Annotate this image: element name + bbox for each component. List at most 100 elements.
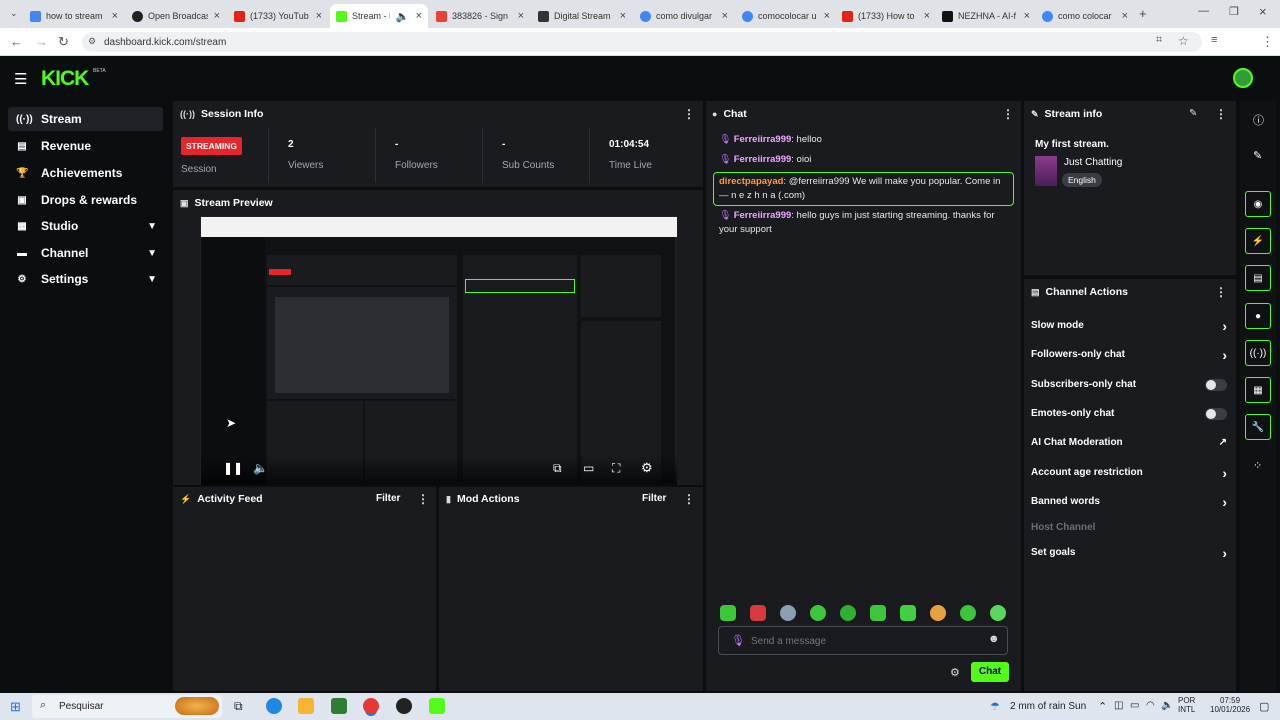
language-indicator[interactable]: POR INTL: [1178, 696, 1195, 714]
close-icon[interactable]: ×: [722, 10, 728, 22]
banned-words-row[interactable]: Banned words ›: [1031, 494, 1231, 510]
lightning-button[interactable]: ⚡: [1245, 228, 1271, 254]
notes-button[interactable]: ▤: [1245, 265, 1271, 291]
kick-logo[interactable]: KICK: [41, 67, 89, 91]
edge-icon[interactable]: [266, 698, 282, 714]
pause-icon[interactable]: ❚❚: [223, 461, 243, 475]
kick-app-icon[interactable]: [429, 698, 445, 714]
window-close-button[interactable]: ×: [1259, 4, 1267, 19]
browser-tab[interactable]: (1733) YouTub ×: [228, 4, 328, 28]
video-settings-icon[interactable]: ⚙: [641, 460, 653, 476]
sidebar-item-stream[interactable]: ((·)) Stream: [8, 107, 163, 131]
emote-icon[interactable]: [930, 605, 946, 621]
more-options-icon[interactable]: ⋮: [1215, 107, 1227, 121]
forward-icon[interactable]: →: [35, 34, 48, 49]
browser-tab[interactable]: how to stream ×: [24, 4, 124, 28]
browser-tab-active[interactable]: Stream - K🔈×: [330, 4, 428, 28]
battery-icon[interactable]: ▭: [1130, 700, 1139, 711]
emote-icon[interactable]: [720, 605, 736, 621]
browser-tab[interactable]: 383826 - Sign ×: [430, 4, 530, 28]
slow-mode-row[interactable]: Slow mode ›: [1031, 318, 1231, 334]
browser-tab[interactable]: comocolocar u ×: [736, 4, 836, 28]
close-icon[interactable]: ×: [1024, 10, 1030, 22]
browser-tab[interactable]: Digital Stream ×: [532, 4, 632, 28]
playlist-icon[interactable]: ≡: [1211, 34, 1217, 46]
hamburger-menu-icon[interactable]: ☰: [14, 70, 27, 88]
more-options-icon[interactable]: ⋮: [1002, 107, 1014, 121]
tab-list-icon[interactable]: ⌄: [10, 8, 18, 19]
weather-text[interactable]: 2 mm of rain Sun: [1010, 701, 1086, 712]
subscribers-only-toggle[interactable]: [1205, 378, 1227, 391]
pencil-icon[interactable]: ✎: [1253, 149, 1262, 162]
volume-icon[interactable]: 🔈: [253, 461, 268, 475]
wifi-icon[interactable]: ◠: [1146, 700, 1155, 711]
sidebar-item-revenue[interactable]: ▤ Revenue: [8, 134, 163, 158]
file-explorer-icon[interactable]: [298, 698, 314, 714]
more-options-icon[interactable]: ⋮: [417, 492, 429, 506]
back-icon[interactable]: ←: [10, 34, 23, 49]
pip-icon[interactable]: ⧉: [553, 461, 562, 476]
site-info-icon[interactable]: ⚙: [88, 36, 96, 47]
broadcast-button[interactable]: ((·)): [1245, 340, 1271, 366]
windows-start-icon[interactable]: ⊞: [10, 699, 21, 715]
user-avatar[interactable]: [1233, 68, 1253, 88]
theater-mode-icon[interactable]: ▭: [583, 461, 594, 475]
new-tab-button[interactable]: +: [1139, 6, 1147, 21]
info-icon[interactable]: ⓘ: [1253, 112, 1264, 128]
store-icon[interactable]: [331, 698, 347, 714]
camera-button[interactable]: ◉: [1245, 191, 1271, 217]
speaker-icon[interactable]: 🔈: [396, 10, 410, 23]
emote-icon[interactable]: [780, 605, 796, 621]
speaker-icon[interactable]: 🔈: [1161, 700, 1173, 711]
edit-pencil-icon[interactable]: ✎: [1189, 108, 1197, 119]
browser-tab[interactable]: NEZHNA - AI-f ×: [936, 4, 1036, 28]
close-icon[interactable]: ×: [924, 10, 930, 22]
taskbar-search-box[interactable]: ⌕ Pesquisar: [32, 695, 222, 718]
close-icon[interactable]: ×: [316, 10, 322, 22]
url-field[interactable]: ⚙ dashboard.kick.com/stream: [82, 32, 1202, 52]
emoji-picker-icon[interactable]: ☻: [988, 633, 1000, 645]
browser-tab[interactable]: como divulgar ×: [634, 4, 734, 28]
category-name[interactable]: Just Chatting: [1064, 157, 1122, 168]
emote-icon[interactable]: [990, 605, 1006, 621]
sidebar-item-settings[interactable]: ⚙ Settings ▼: [8, 267, 163, 291]
maximize-button[interactable]: ❐: [1229, 5, 1239, 18]
sidebar-item-drops[interactable]: ▣ Drops & rewards: [8, 188, 163, 212]
set-goals-row[interactable]: Set goals ›: [1031, 545, 1231, 561]
tray-expand-icon[interactable]: ⌃: [1098, 700, 1107, 713]
close-icon[interactable]: ×: [518, 10, 524, 22]
sidebar-item-channel[interactable]: ▬ Channel ▼: [8, 241, 163, 265]
category-thumbnail[interactable]: [1035, 156, 1057, 186]
more-options-icon[interactable]: ⋮: [683, 107, 695, 121]
add-widget-icon[interactable]: ⁘: [1253, 459, 1262, 472]
more-options-icon[interactable]: ⋮: [1215, 285, 1227, 299]
layout-button[interactable]: ▦: [1245, 377, 1271, 403]
close-icon[interactable]: ×: [416, 10, 422, 22]
close-icon[interactable]: ×: [1122, 10, 1128, 22]
sidebar-item-studio[interactable]: ▦ Studio ▼: [8, 214, 163, 238]
ai-moderation-row[interactable]: AI Chat Moderation ↗: [1031, 437, 1231, 448]
reload-icon[interactable]: ↻: [58, 34, 69, 50]
task-view-icon[interactable]: ⧉: [234, 699, 243, 714]
network-icon[interactable]: ◫: [1114, 700, 1123, 711]
obs-icon[interactable]: [396, 698, 412, 714]
more-options-icon[interactable]: ⋮: [683, 492, 695, 506]
bookmark-star-icon[interactable]: ☆: [1178, 34, 1189, 48]
send-chat-button[interactable]: Chat: [971, 662, 1009, 682]
wrench-button[interactable]: 🔧: [1245, 414, 1271, 440]
browser-tab[interactable]: Open Broadcas ×: [126, 4, 226, 28]
emote-icon[interactable]: [810, 605, 826, 621]
account-age-row[interactable]: Account age restriction ›: [1031, 465, 1231, 481]
close-icon[interactable]: ×: [112, 10, 118, 22]
browser-tab[interactable]: (1733) How to ×: [836, 4, 936, 28]
chat-button[interactable]: ●: [1245, 303, 1271, 329]
activity-filter-button[interactable]: Filter: [376, 493, 400, 504]
emote-icon[interactable]: [840, 605, 856, 621]
emote-icon[interactable]: [960, 605, 976, 621]
sidebar-item-achievements[interactable]: 🏆 Achievements: [8, 161, 163, 185]
browser-tab[interactable]: como colocar ×: [1036, 4, 1134, 28]
emote-icon[interactable]: [900, 605, 916, 621]
chrome-icon[interactable]: [363, 698, 379, 714]
close-icon[interactable]: ×: [214, 10, 220, 22]
chat-message-input[interactable]: [751, 631, 981, 651]
